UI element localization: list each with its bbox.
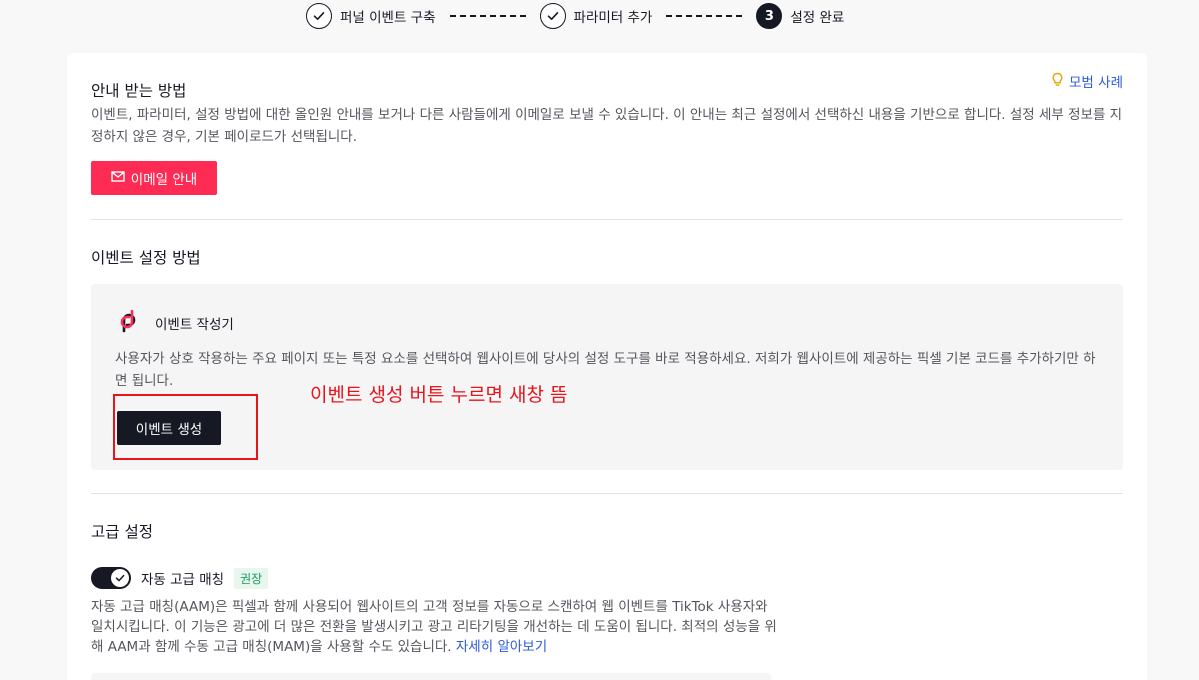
event-builder-title: 이벤트 작성기 (155, 317, 234, 333)
event-setup-title: 이벤트 설정 방법 (91, 249, 201, 267)
aam-toggle-row: 자동 고급 매칭 권장 (91, 567, 269, 589)
event-builder-description: 사용자가 상호 작용하는 주요 페이지 또는 특정 요소를 선택하여 웹사이트에… (115, 351, 1096, 389)
event-builder-logo-icon (115, 308, 141, 338)
lightbulb-icon (1051, 72, 1064, 91)
annotation-highlight-box (113, 394, 258, 460)
email-guide-button[interactable]: 이메일 안내 (91, 161, 217, 195)
check-icon (539, 3, 566, 29)
section-divider (91, 493, 1123, 494)
step-add-parameters: 파라미터 추가 (539, 3, 653, 29)
section-divider (91, 219, 1123, 220)
check-icon (306, 3, 332, 29)
best-practices-label: 모범 사례 (1069, 75, 1123, 91)
aam-description: 자동 고급 매칭(AAM)은 픽셀과 함께 사용되어 웹사이트의 고객 정보를 … (91, 597, 781, 657)
learn-more-link[interactable]: 자세히 알아보기 (456, 639, 547, 655)
step-number: 3 (756, 3, 783, 29)
advanced-settings-title: 고급 설정 (91, 523, 153, 541)
check-icon (115, 574, 125, 582)
email-guide-label: 이메일 안내 (130, 172, 198, 188)
aam-label: 자동 고급 매칭 (141, 572, 225, 588)
setup-card: 안내 받는 방법 모범 사례 이벤트, 파라미터, 설정 방법에 대한 올인원 … (67, 53, 1147, 680)
step-connector (666, 15, 743, 17)
progress-stepper: 퍼널 이벤트 구축 파라미터 추가 3 설정 완료 (306, 0, 844, 32)
step-label: 퍼널 이벤트 구축 (340, 10, 436, 26)
guide-section-title: 안내 받는 방법 (91, 82, 187, 100)
step-connector (449, 15, 526, 17)
aam-toggle[interactable] (91, 567, 131, 589)
advanced-panel-top (91, 673, 771, 680)
guide-description: 이벤트, 파라미터, 설정 방법에 대한 올인원 안내를 보거나 다른 사람들에… (91, 107, 1123, 145)
annotation-note: 이벤트 생성 버튼 누르면 새창 뜸 (310, 384, 568, 406)
aam-description-text: 자동 고급 매칭(AAM)은 픽셀과 함께 사용되어 웹사이트의 고객 정보를 … (91, 599, 777, 655)
step-label: 설정 완료 (790, 10, 845, 26)
mail-icon (111, 170, 125, 186)
step-complete-setup: 3 설정 완료 (756, 3, 844, 29)
best-practices-link[interactable]: 모범 사례 (1051, 71, 1123, 91)
step-label: 파라미터 추가 (573, 10, 653, 26)
step-funnel-events: 퍼널 이벤트 구축 (306, 3, 436, 29)
toggle-knob (111, 569, 129, 587)
recommended-badge: 권장 (234, 567, 269, 589)
event-builder-header: 이벤트 작성기 (115, 308, 234, 338)
